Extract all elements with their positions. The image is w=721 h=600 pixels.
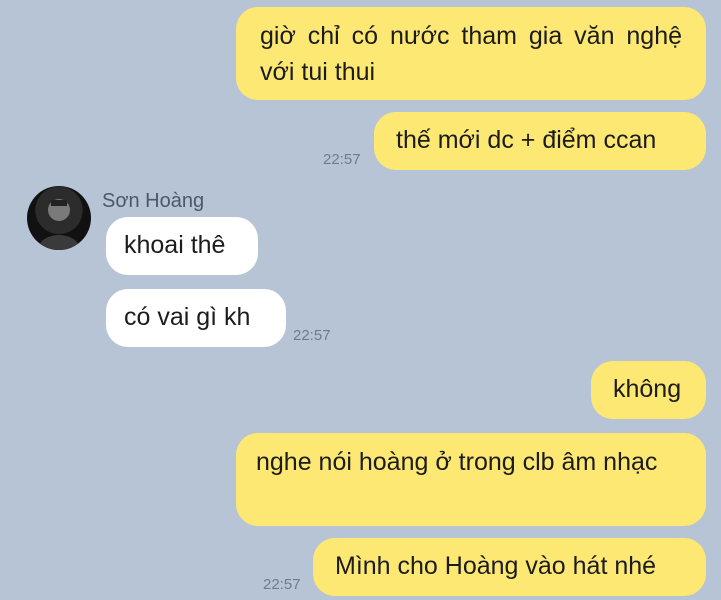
message-bubble-incoming[interactable]: có vai gì kh <box>106 289 286 347</box>
message-timestamp: 22:57 <box>323 151 361 168</box>
message-bubble-outgoing[interactable]: không <box>591 361 706 419</box>
message-bubble-outgoing[interactable]: nghe nói hoàng ở trong clb âm nhạc <box>236 433 706 526</box>
message-bubble-incoming[interactable]: khoai thê <box>106 217 258 275</box>
message-timestamp: 22:57 <box>293 327 331 344</box>
message-bubble-outgoing[interactable]: giờ chỉ có nước tham gia văn nghệ với tu… <box>236 7 706 100</box>
message-bubble-outgoing[interactable]: Mình cho Hoàng vào hát nhé <box>313 538 706 596</box>
message-timestamp: 22:57 <box>263 576 301 593</box>
contact-avatar[interactable] <box>27 186 91 250</box>
user-photo-icon <box>37 199 81 250</box>
sender-name: Sơn Hoàng <box>102 190 205 212</box>
message-bubble-outgoing[interactable]: thế mới dc + điểm ccan <box>374 112 706 170</box>
chat-thread: giờ chỉ có nước tham gia văn nghệ với tu… <box>0 0 721 600</box>
